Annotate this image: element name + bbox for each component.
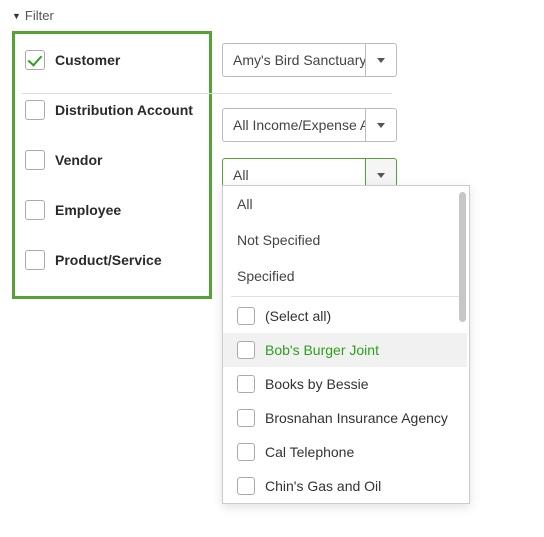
vendor-item-label: Bob's Burger Joint: [265, 342, 379, 358]
filter-row-customer[interactable]: Customer: [25, 46, 199, 74]
vendor-item-label: Books by Bessie: [265, 376, 369, 392]
select-all-label: (Select all): [265, 308, 331, 324]
vendor-item-label: Chin's Gas and Oil: [265, 478, 381, 494]
collapse-triangle-icon: ▼: [12, 11, 21, 21]
filter-row-distribution-account[interactable]: Distribution Account: [25, 96, 199, 124]
vendor-item[interactable]: Cal Telephone: [223, 435, 467, 469]
checkbox-distribution-account[interactable]: [25, 100, 45, 120]
vendor-item-label: Brosnahan Insurance Agency: [265, 410, 448, 426]
vendor-scope-option[interactable]: Not Specified: [223, 222, 467, 258]
dropdown-divider: [231, 296, 459, 297]
vendor-item[interactable]: Brosnahan Insurance Agency: [223, 401, 467, 435]
checkbox-vendor-item[interactable]: [237, 477, 255, 495]
checkbox-employee[interactable]: [25, 200, 45, 220]
checkbox-customer[interactable]: [25, 50, 45, 70]
scrollbar[interactable]: [459, 192, 466, 322]
vendor-scope-option[interactable]: Specified: [223, 258, 467, 294]
filter-row-product-service[interactable]: Product/Service: [25, 246, 199, 274]
distribution-combo[interactable]: All Income/Expense A: [222, 108, 397, 142]
filter-label-distribution-account: Distribution Account: [55, 102, 193, 118]
vendor-item[interactable]: Bob's Burger Joint: [223, 333, 467, 367]
filter-values-panel: Amy's Bird Sanctuary All Income/Expense …: [212, 31, 422, 208]
vendor-select-all[interactable]: (Select all): [223, 299, 467, 333]
filter-header[interactable]: ▼ Filter: [12, 8, 532, 23]
customer-combo-button[interactable]: [365, 43, 397, 77]
checkbox-select-all[interactable]: [237, 307, 255, 325]
filter-label-customer: Customer: [55, 52, 120, 68]
divider: [22, 93, 392, 94]
checkbox-vendor-item[interactable]: [237, 409, 255, 427]
checkbox-vendor-item[interactable]: [237, 341, 255, 359]
distribution-combo-button[interactable]: [365, 108, 397, 142]
chevron-down-icon: [377, 58, 385, 63]
checkbox-vendor[interactable]: [25, 150, 45, 170]
customer-combo-value[interactable]: Amy's Bird Sanctuary: [222, 43, 365, 77]
filter-label-employee: Employee: [55, 202, 121, 218]
vendor-item[interactable]: Chin's Gas and Oil: [223, 469, 467, 503]
filter-header-label: Filter: [25, 8, 54, 23]
filter-row-vendor[interactable]: Vendor: [25, 146, 199, 174]
filter-types-panel: Customer Distribution Account Vendor Emp…: [12, 31, 212, 299]
checkbox-product-service[interactable]: [25, 250, 45, 270]
distribution-combo-value[interactable]: All Income/Expense A: [222, 108, 365, 142]
filter-label-product-service: Product/Service: [55, 252, 162, 268]
chevron-down-icon: [377, 173, 385, 178]
checkbox-vendor-item[interactable]: [237, 443, 255, 461]
vendor-item[interactable]: Books by Bessie: [223, 367, 467, 401]
filter-label-vendor: Vendor: [55, 152, 102, 168]
vendor-item-label: Cal Telephone: [265, 444, 354, 460]
vendor-scope-option[interactable]: All: [223, 186, 467, 222]
filter-row-employee[interactable]: Employee: [25, 196, 199, 224]
vendor-dropdown-inner: All Not Specified Specified (Select all)…: [223, 186, 469, 503]
chevron-down-icon: [377, 123, 385, 128]
customer-combo[interactable]: Amy's Bird Sanctuary: [222, 43, 397, 77]
vendor-dropdown: All Not Specified Specified (Select all)…: [222, 185, 470, 504]
checkbox-vendor-item[interactable]: [237, 375, 255, 393]
filter-layout: Customer Distribution Account Vendor Emp…: [12, 31, 532, 299]
